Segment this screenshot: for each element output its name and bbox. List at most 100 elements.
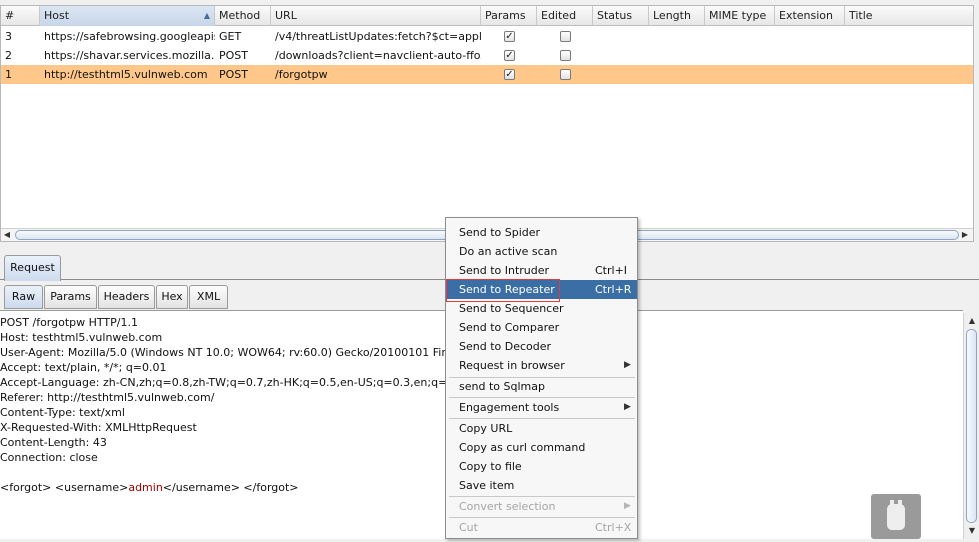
column-header-host-label: Host — [44, 9, 70, 22]
menu-item-shortcut: Ctrl+X — [595, 521, 632, 534]
row-host: https://shavar.services.mozilla.c... — [44, 49, 215, 62]
row-url: /v4/threatListUpdates:fetch?$ct=applic..… — [275, 30, 481, 43]
menu-item-label: Send to Comparer — [459, 321, 560, 334]
header-line: User-Agent: Mozilla/5.0 (Windows NT 10.0… — [0, 346, 473, 359]
column-header-url[interactable]: URL — [271, 6, 481, 26]
menu-item-cut: Cut Ctrl+X — [447, 518, 637, 537]
submenu-arrow-icon: ▶ — [624, 402, 631, 412]
editor-vertical-scrollbar[interactable]: ▲ ▼ — [963, 313, 979, 539]
header-line: Accept-Language: zh-CN,zh;q=0.8,zh-TW;q=… — [0, 376, 465, 389]
row-number: 3 — [5, 30, 12, 43]
header-line: Host: testhtml5.vulnweb.com — [0, 331, 163, 344]
params-checkbox[interactable]: ✓ — [504, 69, 515, 80]
menu-item-label: send to Sqlmap — [459, 380, 545, 393]
menu-item-label: Copy as curl command — [459, 441, 586, 454]
request-line: POST /forgotpw HTTP/1.1 — [0, 316, 138, 329]
table-row-selected[interactable]: 1 http://testhtml5.vulnweb.com POST /for… — [1, 65, 973, 84]
edited-checkbox[interactable] — [560, 50, 571, 61]
tab-request[interactable]: Request — [4, 255, 61, 281]
tab-raw[interactable]: Raw — [4, 285, 43, 309]
menu-item-shortcut: Ctrl+I — [595, 264, 628, 277]
menu-item-save-item[interactable]: Save item — [447, 476, 637, 495]
row-url: /forgotpw — [275, 68, 328, 81]
row-method: GET — [219, 30, 242, 43]
body-prefix: <forgot> <username> — [0, 481, 129, 494]
header-line: Content-Length: 43 — [0, 436, 107, 449]
menu-item-send-to-comparer[interactable]: Send to Comparer — [447, 318, 637, 337]
menu-item-label: Send to Spider — [459, 226, 541, 239]
table-row[interactable]: 3 https://safebrowsing.googleapis... GET… — [1, 27, 973, 46]
body-suffix: </username> </forgot> — [162, 481, 299, 494]
menu-item-label: Cut — [459, 521, 478, 534]
tab-params[interactable]: Params — [44, 285, 97, 309]
row-method: POST — [219, 49, 248, 62]
table-row[interactable]: 2 https://shavar.services.mozilla.c... P… — [1, 46, 973, 65]
menu-item-label: Copy URL — [459, 422, 513, 435]
menu-item-engagement-tools[interactable]: Engagement tools ▶ — [447, 398, 637, 417]
menu-item-send-to-sqlmap[interactable]: send to Sqlmap — [447, 377, 637, 396]
menu-item-shortcut: Ctrl+R — [595, 283, 632, 296]
edited-checkbox[interactable] — [560, 69, 571, 80]
column-header-length[interactable]: Length — [649, 6, 705, 26]
column-header-host[interactable]: Host ▲ — [40, 6, 215, 26]
header-line: X-Requested-With: XMLHttpRequest — [0, 421, 197, 434]
params-checkbox[interactable]: ✓ — [504, 31, 515, 42]
header-line: Connection: close — [0, 451, 98, 464]
edited-checkbox[interactable] — [560, 31, 571, 42]
row-number: 2 — [5, 49, 12, 62]
menu-item-label: Request in browser — [459, 359, 565, 372]
menu-item-request-in-browser[interactable]: Request in browser ▶ — [447, 356, 637, 375]
table-header: # Host ▲ Method URL Params Edited Status… — [1, 6, 973, 26]
request-body: <forgot> <username>admin</username> </fo… — [0, 480, 299, 495]
tab-xml[interactable]: XML — [189, 285, 228, 309]
submenu-arrow-icon: ▶ — [624, 501, 631, 511]
column-header-edited[interactable]: Edited — [537, 6, 593, 26]
column-header-number[interactable]: # — [1, 6, 40, 26]
column-header-method[interactable]: Method — [215, 6, 271, 26]
header-line: Accept: text/plain, */*; q=0.01 — [0, 361, 167, 374]
menu-item-active-scan[interactable]: Do an active scan — [447, 242, 637, 261]
menu-item-label: Convert selection — [459, 500, 556, 513]
tab-hex[interactable]: Hex — [156, 285, 188, 309]
menu-item-convert-selection: Convert selection ▶ — [447, 497, 637, 516]
scroll-left-icon[interactable]: ◀ — [1, 229, 13, 241]
menu-item-copy-as-curl[interactable]: Copy as curl command — [447, 438, 637, 457]
menu-item-label: Send to Decoder — [459, 340, 552, 353]
focus-highlight-box — [446, 279, 560, 302]
column-header-status[interactable]: Status — [593, 6, 649, 26]
row-host: https://safebrowsing.googleapis... — [44, 30, 215, 43]
menu-item-send-to-spider[interactable]: Send to Spider — [447, 223, 637, 242]
menu-item-label: Do an active scan — [459, 245, 558, 258]
tab-headers[interactable]: Headers — [98, 285, 155, 309]
menu-item-label: Copy to file — [459, 460, 522, 473]
menu-item-send-to-decoder[interactable]: Send to Decoder — [447, 337, 637, 356]
menu-item-label: Engagement tools — [459, 401, 560, 414]
menu-item-label: Save item — [459, 479, 515, 492]
row-host: http://testhtml5.vulnweb.com — [44, 68, 208, 81]
column-header-extension[interactable]: Extension — [775, 6, 845, 26]
row-url: /downloads?client=navclient-auto-ffox... — [275, 49, 481, 62]
scroll-up-icon[interactable]: ▲ — [966, 315, 978, 327]
row-method: POST — [219, 68, 248, 81]
header-line: Referer: http://testhtml5.vulnweb.com/ — [0, 391, 215, 404]
submenu-arrow-icon: ▶ — [624, 360, 631, 370]
sort-ascending-icon: ▲ — [203, 11, 210, 20]
plugin-widget[interactable] — [871, 494, 921, 539]
menu-item-copy-to-file[interactable]: Copy to file — [447, 457, 637, 476]
column-header-mime-type[interactable]: MIME type — [705, 6, 775, 26]
header-line: Content-Type: text/xml — [0, 406, 125, 419]
scroll-down-icon[interactable]: ▼ — [966, 525, 978, 537]
params-checkbox[interactable]: ✓ — [504, 50, 515, 61]
column-header-params[interactable]: Params — [481, 6, 537, 26]
proxy-history-table: # Host ▲ Method URL Params Edited Status… — [0, 5, 974, 242]
scroll-thumb[interactable] — [966, 329, 977, 523]
body-value: admin — [128, 481, 163, 494]
column-header-title[interactable]: Title — [845, 6, 973, 26]
menu-item-copy-url[interactable]: Copy URL — [447, 419, 637, 438]
plugin-icon — [887, 500, 905, 530]
context-menu: Send to Spider Do an active scan Send to… — [445, 217, 638, 539]
scroll-right-icon[interactable]: ▶ — [959, 229, 971, 241]
menu-item-label: Send to Sequencer — [459, 302, 564, 315]
menu-item-send-to-intruder[interactable]: Send to Intruder Ctrl+I — [447, 261, 637, 280]
menu-item-label: Send to Intruder — [459, 264, 550, 277]
